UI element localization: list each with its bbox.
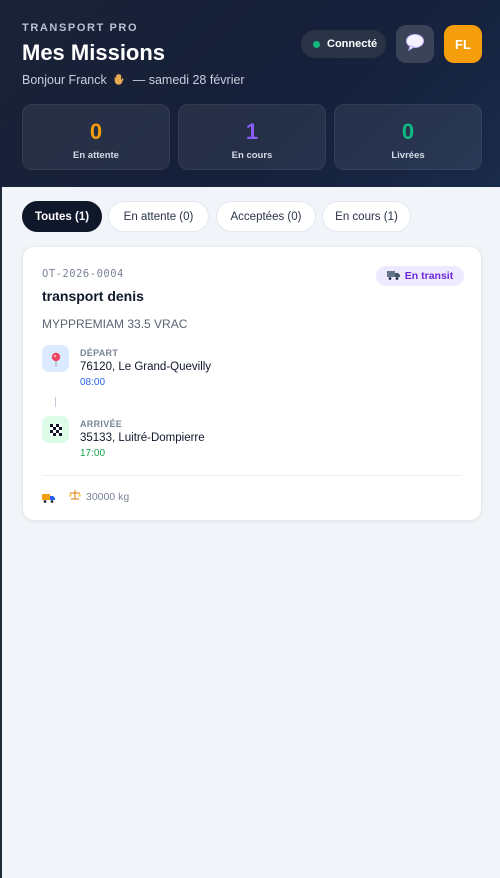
tab-pending[interactable]: En attente (0) [108,201,209,232]
connection-status-badge: Connecté [301,30,386,58]
stat-pending: 0 En attente [22,104,170,170]
departure-label: DÉPART [80,348,119,358]
tab-in-progress[interactable]: En cours (1) [322,201,411,232]
mission-weight: 30000 kg [69,489,129,504]
stat-in-progress-value: 1 [245,119,259,144]
status-dot-icon [313,40,320,48]
mission-product: MYPPREMIAM 33.5 VRAC [42,317,188,331]
tab-accepted[interactable]: Acceptées (0) [216,201,316,232]
chat-button[interactable] [396,25,434,63]
mission-title: transport denis [42,288,144,304]
departure-address: 76120, Le Grand-Quevilly [80,361,212,373]
departure-time: 08:00 [80,377,106,388]
stat-delivered: 0 Livrées [334,104,482,170]
arrival-label: ARRIVÉE [80,419,123,429]
mission-status-label: En transit [404,270,454,282]
app-header: TRANSPORT PRO Mes Missions Bonjour Franc… [0,0,500,187]
mission-reference: OT-2026-0004 [42,268,124,280]
waving-hand-icon [110,73,132,87]
truck-icon [386,270,400,283]
weight-value: 30000 kg [86,490,130,503]
card-divider [42,475,462,476]
scale-icon [69,489,81,504]
stat-delivered-label: Livrées [391,150,425,161]
stat-pending-label: En attente [73,150,119,161]
checkered-flag-icon [42,416,69,443]
delivery-truck-icon [42,490,55,508]
page-title: Mes Missions [22,40,166,65]
mission-card[interactable]: OT-2026-0004 transport denis En transit … [22,246,482,521]
arrival-address: 35133, Luitré-Dompierre [80,432,205,444]
left-edge-line [0,187,2,878]
route-connector [55,397,56,407]
connection-status-label: Connecté [327,38,378,50]
user-avatar[interactable]: FL [444,25,482,63]
greeting-name: Bonjour Franck [22,73,107,87]
stat-in-progress-label: En cours [231,150,273,161]
pin-icon [42,345,69,372]
stat-delivered-value: 0 [401,119,415,144]
tab-all[interactable]: Toutes (1) [22,201,102,232]
brand-label: TRANSPORT PRO [22,22,139,34]
greeting: Bonjour Franck — samedi 28 février [22,73,245,87]
greeting-date: — samedi 28 février [132,73,245,87]
arrival-time: 17:00 [80,448,106,459]
speech-bubble-icon [405,33,425,56]
stat-in-progress: 1 En cours [178,104,326,170]
mission-status-badge: En transit [376,266,464,286]
stat-pending-value: 0 [89,119,103,144]
